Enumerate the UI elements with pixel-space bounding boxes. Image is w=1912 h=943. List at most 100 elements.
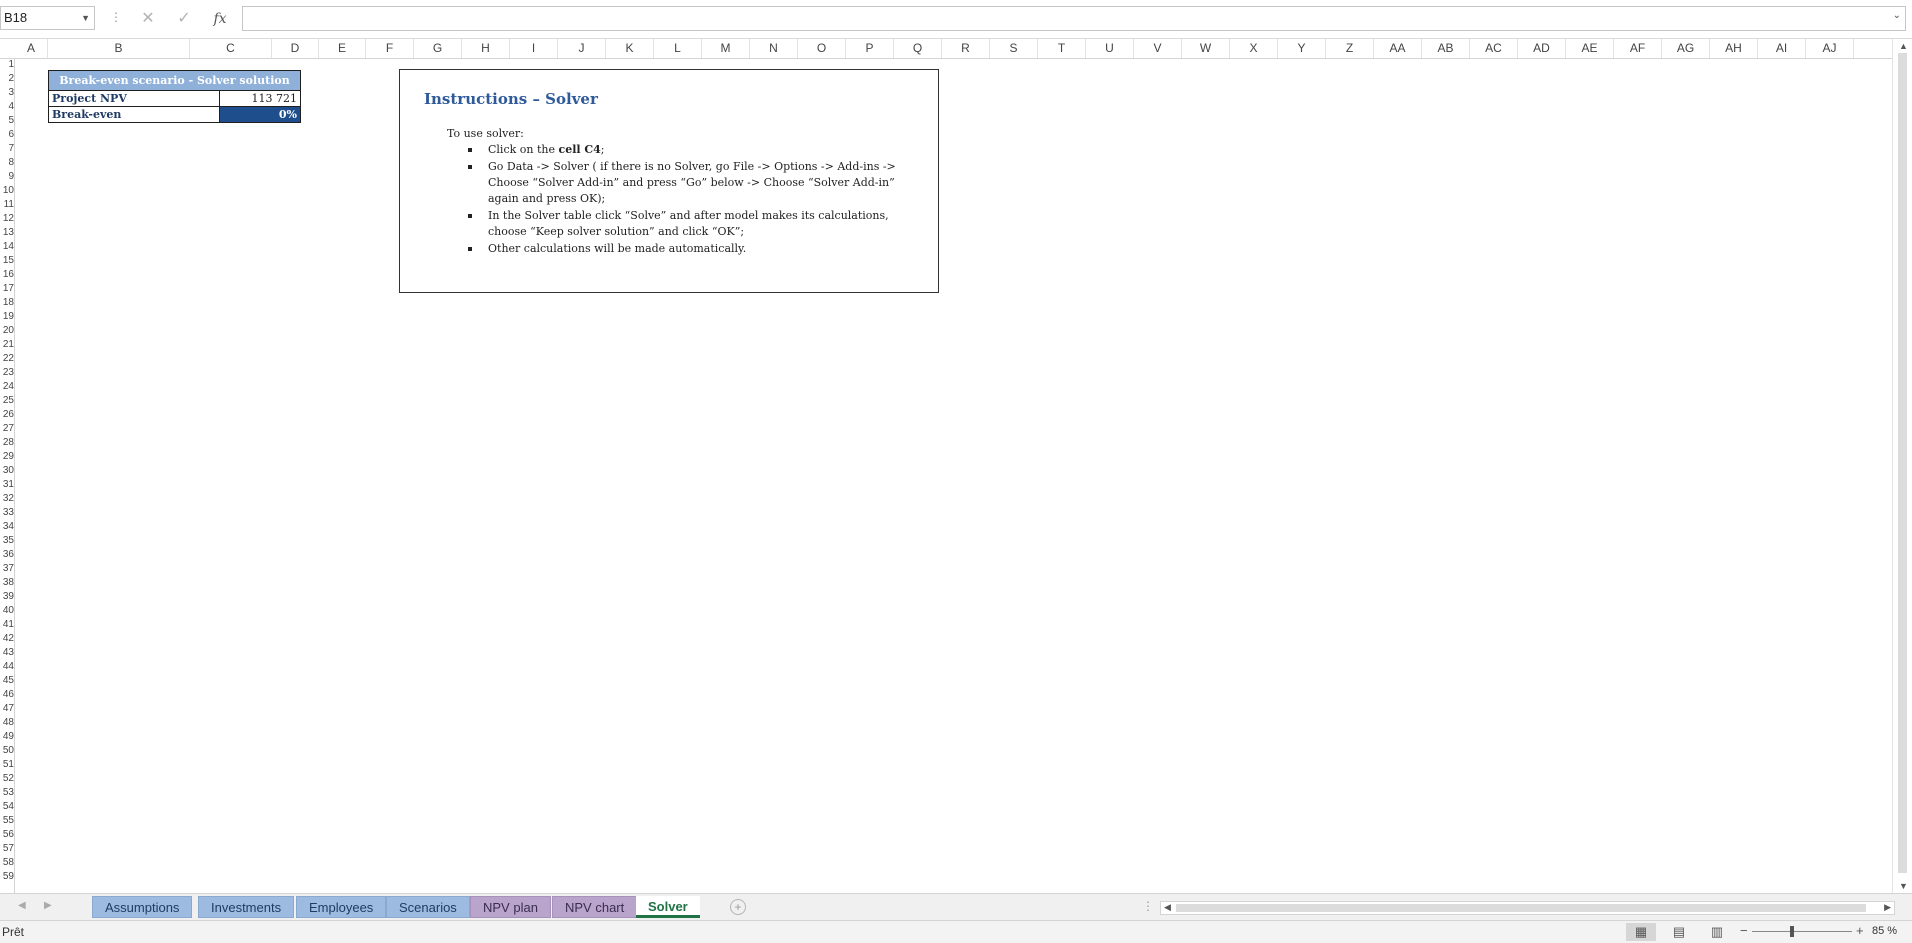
instructions-box[interactable]: Instructions – Solver To use solver: Cli…	[399, 69, 939, 293]
column-header-c[interactable]: C	[190, 39, 272, 58]
scroll-up-icon[interactable]: ▲	[1899, 41, 1908, 51]
row-header-32[interactable]: 32	[0, 492, 14, 506]
row-header-39[interactable]: 39	[0, 590, 14, 604]
column-header-w[interactable]: W	[1182, 39, 1230, 58]
row-header-25[interactable]: 25	[0, 394, 14, 408]
row-header-35[interactable]: 35	[0, 534, 14, 548]
row-header-24[interactable]: 24	[0, 380, 14, 394]
row-header-48[interactable]: 48	[0, 716, 14, 730]
breakeven-value[interactable]: 0%	[219, 106, 301, 123]
zoom-out-icon[interactable]: −	[1740, 923, 1748, 938]
tab-scenarios[interactable]: Scenarios	[386, 896, 470, 918]
row-header-1[interactable]: 1	[0, 58, 14, 72]
row-header-34[interactable]: 34	[0, 520, 14, 534]
horizontal-scrollbar[interactable]: ◀ ▶	[1160, 901, 1895, 915]
row-header-26[interactable]: 26	[0, 408, 14, 422]
cancel-icon[interactable]: ✕	[134, 8, 162, 30]
row-header-23[interactable]: 23	[0, 366, 14, 380]
formula-input[interactable]: ⌄	[242, 6, 1906, 31]
column-header-t[interactable]: T	[1038, 39, 1086, 58]
row-header-18[interactable]: 18	[0, 296, 14, 310]
column-header-f[interactable]: F	[366, 39, 414, 58]
normal-view-icon[interactable]: ▦	[1626, 923, 1656, 941]
row-header-7[interactable]: 7	[0, 142, 14, 156]
row-header-14[interactable]: 14	[0, 240, 14, 254]
enter-icon[interactable]: ✓	[170, 8, 198, 30]
tab-assumptions[interactable]: Assumptions	[92, 896, 193, 918]
row-header-38[interactable]: 38	[0, 576, 14, 590]
tab-npv-chart[interactable]: NPV chart	[552, 896, 638, 918]
column-header-m[interactable]: M	[702, 39, 750, 58]
row-header-36[interactable]: 36	[0, 548, 14, 562]
column-header-ag[interactable]: AG	[1662, 39, 1710, 58]
column-header-q[interactable]: Q	[894, 39, 942, 58]
row-header-19[interactable]: 19	[0, 310, 14, 324]
more-options-icon[interactable]: ⋮	[110, 10, 122, 24]
zoom-level[interactable]: 85 %	[1872, 925, 1897, 937]
row-header-40[interactable]: 40	[0, 604, 14, 618]
zoom-slider-thumb[interactable]	[1790, 926, 1794, 937]
column-header-b[interactable]: B	[48, 39, 190, 58]
row-header-41[interactable]: 41	[0, 618, 14, 632]
scroll-down-icon[interactable]: ▼	[1899, 881, 1908, 891]
prev-sheet-icon[interactable]: ◀	[18, 900, 26, 911]
page-layout-view-icon[interactable]: ▤	[1664, 923, 1694, 941]
horizontal-scroll-thumb[interactable]	[1176, 904, 1866, 912]
breakeven-table-title[interactable]: Break-even scenario - Solver solution	[48, 70, 301, 91]
column-header-u[interactable]: U	[1086, 39, 1134, 58]
row-header-30[interactable]: 30	[0, 464, 14, 478]
row-header-58[interactable]: 58	[0, 856, 14, 870]
row-header-27[interactable]: 27	[0, 422, 14, 436]
vertical-scrollbar[interactable]: ▲ ▼	[1892, 39, 1912, 893]
column-header-ac[interactable]: AC	[1470, 39, 1518, 58]
row-header-53[interactable]: 53	[0, 786, 14, 800]
column-header-r[interactable]: R	[942, 39, 990, 58]
column-header-k[interactable]: K	[606, 39, 654, 58]
page-break-view-icon[interactable]: ▥	[1702, 923, 1732, 941]
column-header-z[interactable]: Z	[1326, 39, 1374, 58]
column-header-a[interactable]: A	[15, 39, 48, 58]
row-header-3[interactable]: 3	[0, 86, 14, 100]
row-header-29[interactable]: 29	[0, 450, 14, 464]
split-handle-icon[interactable]: ⋮	[1142, 899, 1154, 913]
row-header-54[interactable]: 54	[0, 800, 14, 814]
column-header-e[interactable]: E	[319, 39, 366, 58]
breakeven-label[interactable]: Break-even	[48, 106, 220, 123]
row-header-31[interactable]: 31	[0, 478, 14, 492]
tab-investments[interactable]: Investments	[198, 896, 295, 918]
row-header-42[interactable]: 42	[0, 632, 14, 646]
row-header-8[interactable]: 8	[0, 156, 14, 170]
column-header-y[interactable]: Y	[1278, 39, 1326, 58]
row-header-16[interactable]: 16	[0, 268, 14, 282]
project-npv-value[interactable]: 113 721	[219, 90, 301, 107]
column-header-j[interactable]: J	[558, 39, 606, 58]
column-header-ab[interactable]: AB	[1422, 39, 1470, 58]
row-header-4[interactable]: 4	[0, 100, 14, 114]
column-header-d[interactable]: D	[272, 39, 319, 58]
tab-npv-plan[interactable]: NPV plan	[470, 896, 551, 918]
row-header-56[interactable]: 56	[0, 828, 14, 842]
column-header-ad[interactable]: AD	[1518, 39, 1566, 58]
column-header-s[interactable]: S	[990, 39, 1038, 58]
row-header-45[interactable]: 45	[0, 674, 14, 688]
row-header-44[interactable]: 44	[0, 660, 14, 674]
row-header-17[interactable]: 17	[0, 282, 14, 296]
row-header-37[interactable]: 37	[0, 562, 14, 576]
row-header-33[interactable]: 33	[0, 506, 14, 520]
row-header-50[interactable]: 50	[0, 744, 14, 758]
row-header-2[interactable]: 2	[0, 72, 14, 86]
column-header-aj[interactable]: AJ	[1806, 39, 1854, 58]
add-sheet-icon[interactable]: +	[730, 899, 746, 915]
column-header-p[interactable]: P	[846, 39, 894, 58]
row-header-52[interactable]: 52	[0, 772, 14, 786]
sheet-grid[interactable]	[15, 58, 1892, 893]
row-header-12[interactable]: 12	[0, 212, 14, 226]
zoom-in-icon[interactable]: +	[1856, 923, 1864, 938]
row-header-9[interactable]: 9	[0, 170, 14, 184]
column-header-o[interactable]: O	[798, 39, 846, 58]
row-header-57[interactable]: 57	[0, 842, 14, 856]
expand-formula-icon[interactable]: ⌄	[1893, 10, 1901, 21]
row-header-47[interactable]: 47	[0, 702, 14, 716]
column-header-v[interactable]: V	[1134, 39, 1182, 58]
tab-employees[interactable]: Employees	[296, 896, 387, 918]
